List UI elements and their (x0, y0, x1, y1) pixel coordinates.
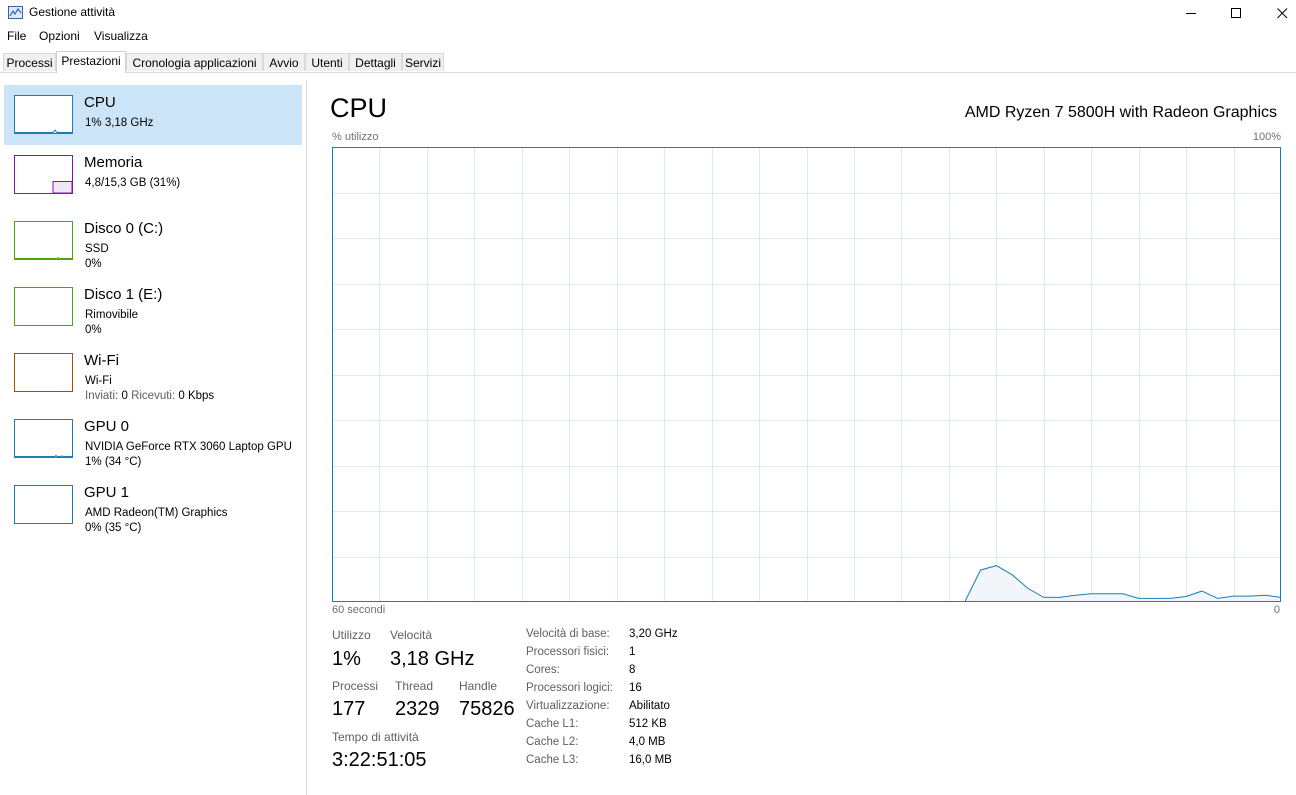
spec-virtualization-value: Abilitato (629, 700, 670, 712)
handles-label: Handle (459, 679, 498, 693)
sidebar-item-gpu-1[interactable]: GPU 1 AMD Radeon(TM) Graphics 0% (35 °C) (4, 475, 302, 535)
tab-app-history[interactable]: Cronologia applicazioni (126, 53, 263, 71)
tab-details[interactable]: Dettagli (349, 53, 402, 71)
cpu-model-name: AMD Ryzen 7 5800H with Radeon Graphics (964, 104, 1277, 121)
sent-label: Inviati: (85, 390, 119, 402)
sidebar-item-memory[interactable]: Memoria 4,8/15,3 GB (31%) (4, 145, 302, 205)
received-value: 0 Kbps (178, 390, 215, 402)
uptime-label: Tempo di attività (332, 730, 419, 744)
graph-x-min-label: 0 (1273, 604, 1280, 616)
sidebar-item-detail: NVIDIA GeForce RTX 3060 Laptop GPU (85, 441, 292, 453)
sidebar-item-title: Memoria (84, 154, 143, 171)
disk-1-thumbnail-graph (14, 287, 73, 326)
gpu-1-thumbnail-graph (14, 485, 73, 524)
sidebar-item-detail: Wi-Fi (85, 375, 112, 387)
wifi-thumbnail-graph (14, 353, 73, 392)
spec-l3-cache-value: 16,0 MB (629, 754, 672, 766)
sidebar-item-disk-1[interactable]: Disco 1 (E:) Rimovibile 0% (4, 277, 302, 337)
tab-performance[interactable]: Prestazioni (56, 51, 126, 73)
tab-strip: Processi Prestazioni Cronologia applicaz… (0, 51, 1296, 73)
spec-cores-value: 8 (629, 664, 636, 676)
sidebar-item-disk-0[interactable]: Disco 0 (C:) SSD 0% (4, 211, 302, 271)
spec-virtualization-label: Virtualizzazione: (526, 700, 610, 712)
sidebar-item-detail: 4,8/15,3 GB (31%) (85, 177, 181, 189)
graph-y-max-label: 100% (1252, 131, 1281, 143)
minimize-icon (1185, 12, 1196, 14)
task-manager-app-icon (8, 6, 23, 19)
sidebar-item-detail: 1% 3,18 GHz (85, 117, 154, 129)
sidebar-item-detail: SSD (85, 243, 109, 255)
spec-l1-cache-value: 512 KB (629, 718, 667, 730)
sidebar-item-usage: 0% (35 °C) (85, 522, 142, 534)
sidebar-item-throughput: Inviati: 0 Ricevuti: 0 Kbps (85, 390, 214, 402)
threads-value: 2329 (395, 698, 440, 720)
sidebar-item-title: Disco 1 (E:) (84, 286, 163, 303)
sidebar-item-title: Disco 0 (C:) (84, 220, 164, 237)
gpu-0-thumbnail-graph (14, 419, 73, 458)
processes-label: Processi (332, 679, 379, 693)
minimize-button[interactable] (1168, 0, 1214, 26)
disk-0-thumbnail-graph (14, 221, 73, 260)
tab-startup[interactable]: Avvio (263, 53, 305, 71)
menu-options[interactable]: Opzioni (39, 29, 80, 43)
memory-thumbnail-graph (14, 155, 73, 194)
close-icon (1276, 7, 1287, 18)
tab-processes[interactable]: Processi (3, 53, 56, 71)
cpu-thumbnail-graph (14, 95, 73, 134)
sidebar-item-title: CPU (84, 94, 116, 111)
spec-l2-cache-value: 4,0 MB (629, 736, 666, 748)
spec-base-speed-label: Velocità di base: (526, 628, 610, 640)
sidebar-item-usage: 1% (34 °C) (85, 456, 142, 468)
sidebar-item-usage: 0% (85, 258, 102, 270)
graph-x-axis-label: 60 secondi (332, 604, 386, 616)
spec-sockets-label: Processori fisici: (526, 646, 610, 658)
sidebar-item-title: GPU 0 (84, 418, 130, 435)
speed-value: 3,18 GHz (390, 648, 475, 670)
maximize-icon (1230, 7, 1241, 18)
spec-sockets-value: 1 (629, 646, 636, 658)
spec-l1-cache-label: Cache L1: (526, 718, 579, 730)
spec-cores-label: Cores: (526, 664, 560, 676)
spec-logical-processors-label: Processori logici: (526, 682, 613, 694)
sidebar-item-cpu[interactable]: CPU 1% 3,18 GHz (4, 85, 302, 145)
menu-file[interactable]: File (7, 29, 26, 43)
sidebar-item-wifi[interactable]: Wi-Fi Wi-Fi Inviati: 0 Ricevuti: 0 Kbps (4, 343, 302, 403)
sent-value: 0 (121, 390, 128, 402)
cpu-utilization-graph (332, 147, 1281, 602)
sidebar-item-usage: 0% (85, 324, 102, 336)
menu-view[interactable]: Visualizza (94, 29, 148, 43)
window-title: Gestione attività (29, 5, 116, 19)
processes-value: 177 (332, 698, 366, 720)
utilization-value: 1% (332, 648, 361, 670)
tab-services[interactable]: Servizi (402, 53, 444, 71)
spec-l3-cache-label: Cache L3: (526, 754, 579, 766)
sidebar-item-title: Wi-Fi (84, 352, 119, 369)
utilization-label: Utilizzo (332, 628, 371, 642)
sidebar-item-title: GPU 1 (84, 484, 130, 501)
received-label: Ricevuti: (131, 390, 176, 402)
performance-sidebar: CPU 1% 3,18 GHz Memoria 4,8/15,3 GB (31%… (0, 80, 307, 795)
threads-label: Thread (395, 679, 434, 693)
sidebar-item-detail: Rimovibile (85, 309, 139, 321)
tab-users[interactable]: Utenti (305, 53, 349, 71)
close-button[interactable] (1259, 0, 1296, 26)
spec-l2-cache-label: Cache L2: (526, 736, 579, 748)
uptime-value: 3:22:51:05 (332, 749, 427, 771)
maximize-button[interactable] (1213, 0, 1259, 26)
sidebar-item-gpu-0[interactable]: GPU 0 NVIDIA GeForce RTX 3060 Laptop GPU… (4, 409, 302, 469)
page-title: CPU (330, 93, 388, 123)
handles-value: 75826 (459, 698, 515, 720)
graph-grid (332, 147, 1281, 602)
graph-y-axis-label: % utilizzo (332, 131, 379, 143)
spec-logical-processors-value: 16 (629, 682, 642, 694)
sidebar-item-detail: AMD Radeon(TM) Graphics (85, 507, 228, 519)
spec-base-speed-value: 3,20 GHz (629, 628, 678, 640)
speed-label: Velocità (390, 628, 433, 642)
title-bar: Gestione attività (0, 0, 1296, 26)
